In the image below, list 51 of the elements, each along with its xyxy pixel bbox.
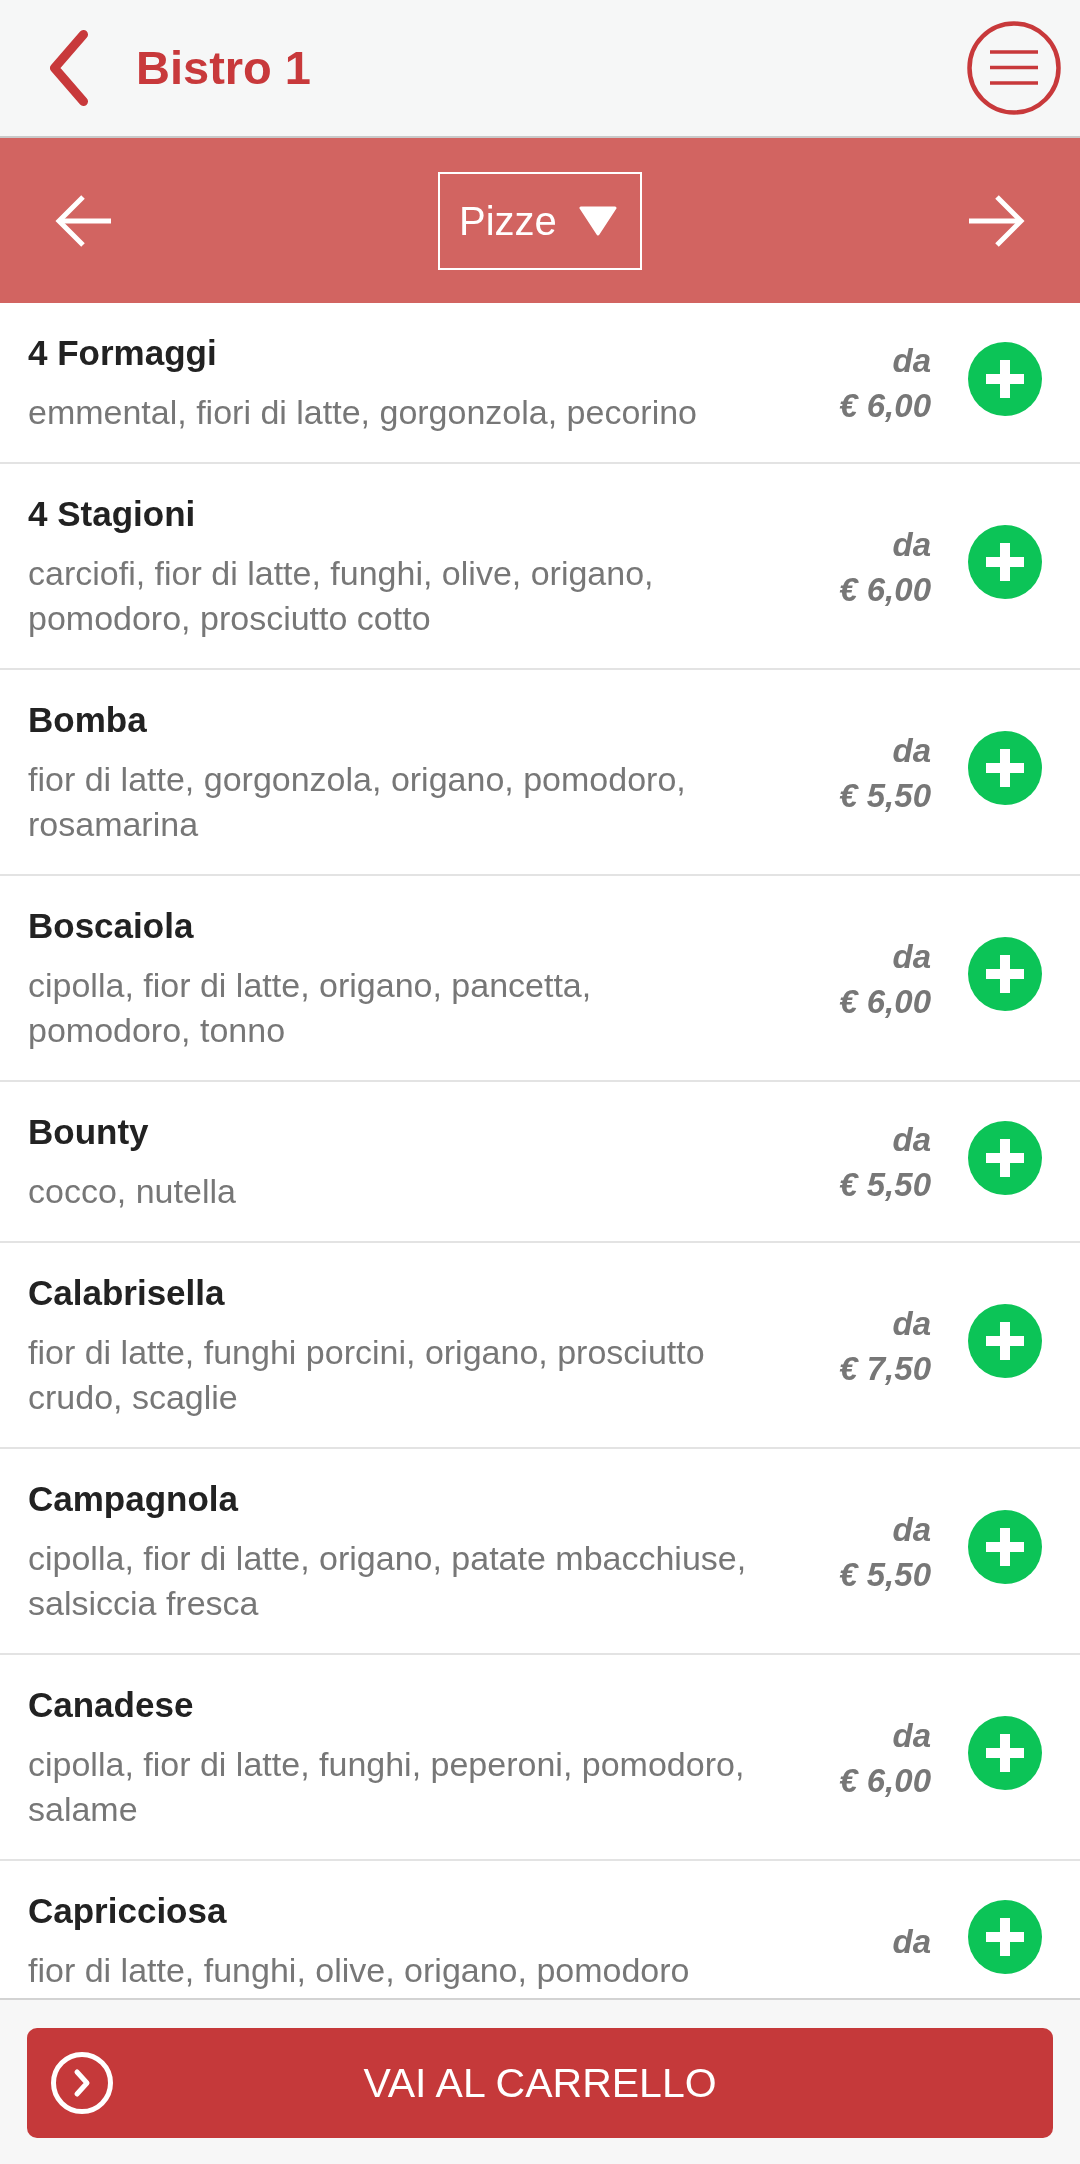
item-price: € 5,50 [839,775,931,816]
price-prefix: da [892,341,931,381]
add-icon[interactable] [968,731,1042,805]
add-icon[interactable] [968,1899,1042,1974]
item-name: 4 Stagioni [28,493,196,535]
item-description: fior di latte, gorgonzola, origano, pomodoro, rosamarina [28,759,687,845]
item-description: cipolla, fior di latte, origano, pancetta, pomodoro, tonno [28,965,593,1051]
price-prefix: da [892,1120,931,1160]
item-name: Bomba [28,699,147,741]
menu-icon[interactable] [967,21,1061,115]
item-description: fior di latte, funghi, olive, origano, pomodoro [28,1950,690,1991]
add-icon[interactable] [968,525,1042,599]
price-prefix: da [892,1715,931,1756]
chevron-circle-icon [51,2052,113,2114]
item-description: cipolla, fior di latte, funghi, peperoni, pomodoro, salame [28,1744,746,1830]
item-name: Capricciosa [28,1890,227,1932]
price-prefix: da [892,936,931,977]
back-icon[interactable] [50,30,88,106]
item-price: € 6,00 [839,981,931,1022]
cart-button[interactable]: VAI AL CARRELLO [27,2028,1053,2138]
item-name: 4 Formaggi [28,332,217,374]
price-prefix: da [892,1303,931,1344]
price-prefix: da [892,524,931,565]
item-description: carciofi, fior di latte, funghi, olive, origano, pomodoro, prosciutto cotto [28,553,655,639]
item-name: Calabrisella [28,1272,225,1314]
add-icon[interactable] [968,937,1042,1011]
item-price: € 7,50 [839,1348,931,1389]
item-description: emmental, fiori di latte, gorgonzola, pecorino [28,392,698,433]
item-description: cocco, nutella [28,1171,236,1212]
item-name: Canadese [28,1684,194,1726]
price-prefix: da [892,1921,931,1962]
item-name: Boscaiola [28,905,194,947]
add-icon[interactable] [968,1716,1042,1790]
add-icon[interactable] [968,341,1042,416]
caret-down-icon [578,205,617,236]
add-icon[interactable] [968,1304,1042,1378]
item-price: € 5,50 [839,1165,931,1205]
price-prefix: da [892,730,931,771]
price-prefix: da [892,1509,931,1550]
item-description: cipolla, fior di latte, origano, patate mbacchiuse, salsiccia fresca [28,1538,748,1624]
item-price: € 6,00 [839,386,931,426]
add-icon[interactable] [968,1510,1042,1584]
add-icon[interactable] [968,1120,1042,1195]
item-price: € 6,00 [839,569,931,610]
item-description: fior di latte, funghi porcini, origano, prosciutto crudo, scaglie [28,1332,706,1418]
restaurant-title: Bistro 1 [136,40,311,96]
item-price: € 6,00 [839,1760,931,1801]
category-dropdown[interactable]: Pizze [438,171,642,270]
item-name: Bounty [28,1111,149,1153]
item-name: Campagnola [28,1478,239,1520]
item-price: € 5,50 [839,1554,931,1595]
